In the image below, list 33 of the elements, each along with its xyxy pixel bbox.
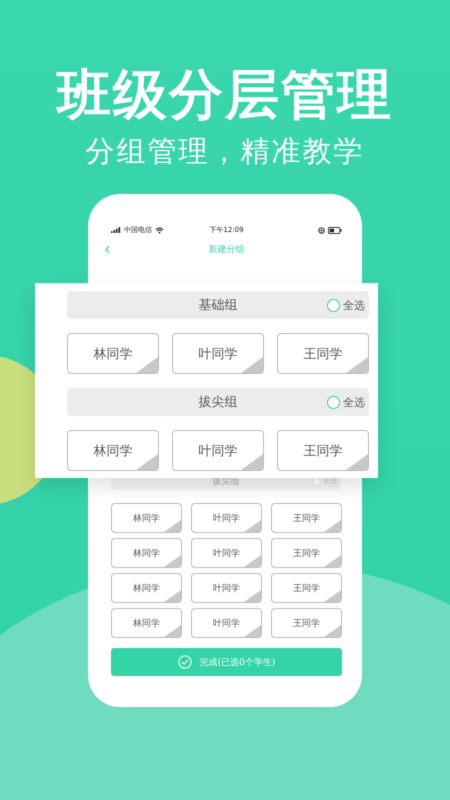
student-button[interactable]: 叶同学 <box>191 608 262 638</box>
student-button[interactable]: 叶同学 <box>191 503 262 533</box>
student-button[interactable]: 王同学 <box>271 573 342 603</box>
back-icon[interactable] <box>105 244 110 254</box>
student-button[interactable]: 王同学 <box>277 333 369 374</box>
select-all-label[interactable]: 全选 <box>343 298 365 312</box>
student-button[interactable]: 王同学 <box>271 608 342 638</box>
student-button[interactable]: 林同学 <box>111 573 182 603</box>
headline: 班级分层管理 <box>57 62 393 128</box>
group-name: 拔尖组 <box>198 394 238 411</box>
group-name: 基础组 <box>198 297 238 314</box>
subtitle: 分组管理，精准教学 <box>86 133 364 170</box>
wifi-icon <box>155 226 164 234</box>
signal-icon <box>111 227 121 233</box>
select-all-radio[interactable] <box>327 298 340 312</box>
select-all-label[interactable]: 全选 <box>343 394 365 410</box>
student-button[interactable]: 叶同学 <box>191 538 262 568</box>
check-circle-icon <box>178 655 192 669</box>
student-button[interactable]: 林同学 <box>111 503 182 533</box>
student-button[interactable]: 王同学 <box>271 503 342 533</box>
student-button[interactable]: 林同学 <box>67 430 159 471</box>
student-button[interactable]: 林同学 <box>67 333 159 374</box>
battery-icon <box>328 226 342 234</box>
student-button[interactable]: 叶同学 <box>172 430 264 471</box>
student-button[interactable]: 叶同学 <box>172 333 264 374</box>
student-button[interactable]: 林同学 <box>111 538 182 568</box>
student-button[interactable]: 王同学 <box>271 538 342 568</box>
student-button[interactable]: 王同学 <box>277 430 369 471</box>
rotation-lock-icon <box>318 226 325 234</box>
student-button[interactable]: 林同学 <box>111 608 182 638</box>
select-all-radio[interactable] <box>327 396 340 408</box>
page-title: 新建分组 <box>208 244 244 256</box>
student-button[interactable]: 叶同学 <box>191 573 262 603</box>
